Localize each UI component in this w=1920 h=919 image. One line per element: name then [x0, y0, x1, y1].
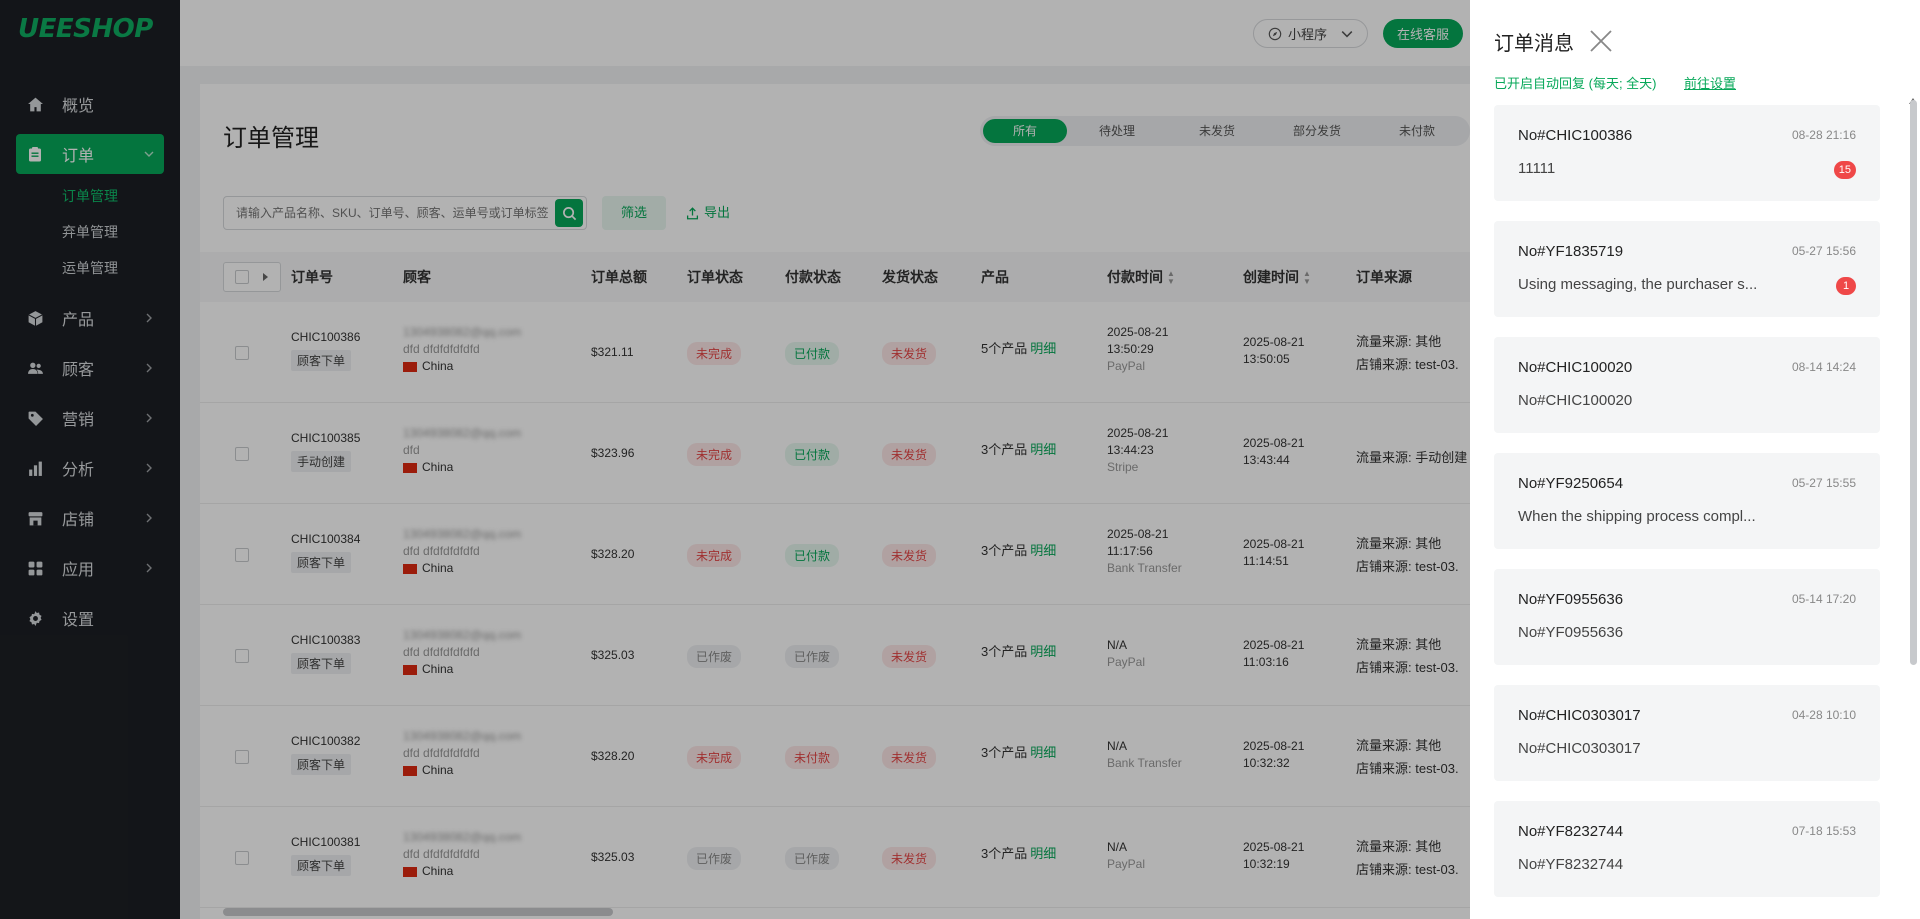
- close-icon[interactable]: [1588, 28, 1614, 54]
- message-preview: No#YF8232744: [1518, 856, 1624, 873]
- auto-reply-status: 已开启自动回复 (每天; 全天): [1494, 76, 1657, 91]
- unread-count-badge: 15: [1833, 161, 1856, 179]
- message-card[interactable]: No#YF0955636 05-14 17:20 No#YF0955636: [1494, 569, 1880, 665]
- message-preview: No#YF0955636: [1518, 624, 1624, 641]
- message-order-no: No#YF1835719: [1518, 243, 1624, 260]
- message-preview: When the shipping process compl...: [1518, 508, 1756, 525]
- message-order-no: No#CHIC100020: [1518, 359, 1633, 376]
- vertical-scrollbar[interactable]: [1910, 100, 1917, 665]
- message-list: No#CHIC100386 08-28 21:16 11111 15 No#YF…: [1494, 105, 1880, 917]
- order-messages-drawer: 订单消息 已开启自动回复 (每天; 全天) 前往设置 No#CHIC100386…: [1470, 0, 1920, 919]
- message-card[interactable]: No#CHIC100386 08-28 21:16 11111 15: [1494, 105, 1880, 201]
- message-order-no: No#YF0955636: [1518, 591, 1624, 608]
- message-time: 05-27 15:55: [1791, 476, 1856, 490]
- message-time: 08-14 14:24: [1791, 360, 1856, 374]
- drawer-title: 订单消息: [1494, 33, 1574, 55]
- go-to-settings-link[interactable]: 前往设置: [1684, 73, 1736, 92]
- message-time: 05-14 17:20: [1791, 592, 1856, 606]
- message-time: 04-28 10:10: [1791, 708, 1856, 722]
- message-time: 08-28 21:16: [1791, 128, 1856, 142]
- unread-count-badge: 1: [1836, 277, 1856, 295]
- message-card[interactable]: No#CHIC100020 08-14 14:24 No#CHIC100020: [1494, 337, 1880, 433]
- message-time: 07-18 15:53: [1791, 824, 1856, 838]
- message-preview: No#CHIC100020: [1518, 392, 1633, 409]
- message-preview: 11111: [1518, 160, 1556, 177]
- message-preview: No#CHIC0303017: [1518, 740, 1641, 757]
- message-order-no: No#CHIC100386: [1518, 127, 1633, 144]
- message-card[interactable]: No#YF9250654 05-27 15:55 When the shippi…: [1494, 453, 1880, 549]
- message-card[interactable]: No#YF8232744 07-18 15:53 No#YF8232744: [1494, 801, 1880, 897]
- message-order-no: No#YF9250654: [1518, 475, 1624, 492]
- message-card[interactable]: No#YF1835719 05-27 15:56 Using messaging…: [1494, 221, 1880, 317]
- message-order-no: No#CHIC0303017: [1518, 707, 1641, 724]
- message-preview: Using messaging, the purchaser s...: [1518, 276, 1758, 293]
- message-time: 05-27 15:56: [1791, 244, 1856, 258]
- modal-overlay[interactable]: [0, 0, 1470, 919]
- message-card[interactable]: No#CHIC0303017 04-28 10:10 No#CHIC030301…: [1494, 685, 1880, 781]
- message-order-no: No#YF8232744: [1518, 823, 1624, 840]
